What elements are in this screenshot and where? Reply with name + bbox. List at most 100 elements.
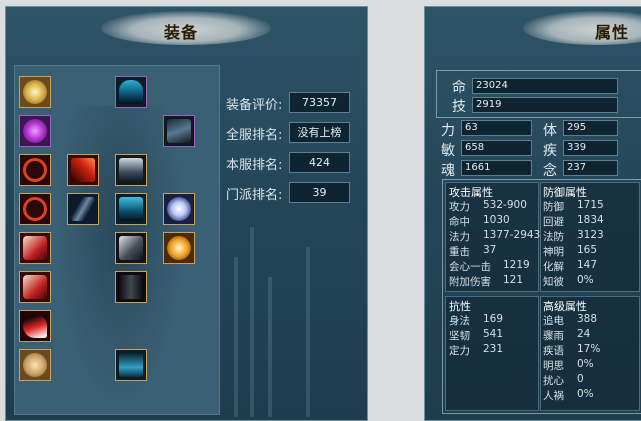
stat-value: 0: [577, 373, 584, 385]
strength-label: 力: [441, 123, 455, 139]
helmet-slot[interactable]: [115, 76, 147, 108]
soul-value: 1661: [461, 160, 532, 176]
stat-name: 明思: [543, 360, 564, 372]
stat-value: 388: [577, 313, 598, 325]
charm-slot[interactable]: [19, 310, 51, 342]
orb-slot[interactable]: [19, 115, 51, 147]
stat-value: 0%: [577, 358, 594, 370]
constitution-value: 295: [563, 120, 618, 136]
attack-stat-row: 会心一击 1219: [449, 259, 530, 274]
stat-name: 定力: [449, 345, 470, 357]
attributes-title-band: 属性: [425, 7, 641, 47]
advanced-stat-row: 人祸 0%: [543, 388, 594, 403]
spirit-orb-icon: [167, 197, 191, 221]
helmet-icon: [119, 80, 143, 104]
weapon-slot[interactable]: [67, 154, 99, 186]
agility-label: 敏: [441, 143, 455, 159]
stat-value: 165: [577, 244, 598, 256]
rating-label-score: 装备评价:: [226, 98, 283, 113]
defense-stat-row: 化解 147: [543, 259, 597, 274]
stat-name: 会心一击: [449, 261, 491, 273]
fire-orb-icon: [167, 236, 191, 260]
stat-name: 追电: [543, 315, 564, 327]
ring-slot[interactable]: [19, 154, 51, 186]
advanced-stat-row: 疾语 17%: [543, 343, 600, 358]
shoulder-armor-icon: [119, 158, 143, 182]
amulet-icon: [23, 80, 47, 104]
mind-label: 念: [543, 163, 557, 179]
spirit-slot[interactable]: [163, 193, 195, 225]
soul-label: 魂: [441, 163, 455, 179]
constitution-label: 体: [543, 123, 557, 139]
stat-value: 1715: [577, 199, 604, 211]
agility-value: 658: [461, 140, 532, 156]
stat-name: 防御: [543, 201, 564, 213]
hp-label: 命: [452, 80, 466, 96]
defense-stat-row: 防御 1715: [543, 199, 604, 214]
shoulder-slot[interactable]: [115, 154, 147, 186]
rating-label-sect-rank: 门派排名:: [226, 188, 283, 203]
rating-label-local-rank: 本服排名:: [226, 158, 283, 173]
advanced-stat-row: 扰心 0: [543, 373, 584, 388]
gloves-slot[interactable]: [115, 232, 147, 264]
attributes-panel: 属性 命 23024 技 2919 力 63 体 295 敏 658 疾 339…: [424, 6, 641, 421]
advanced-stat-row: 明思 0%: [543, 358, 594, 373]
fire-orb-slot[interactable]: [163, 232, 195, 264]
equipment-title: 装备: [164, 23, 199, 42]
advanced-stat-row: 追电 388: [543, 313, 597, 328]
stat-value: 1834: [577, 214, 604, 226]
rating-value-sect-rank: 39: [289, 182, 350, 203]
stat-value: 147: [577, 259, 598, 271]
pants-slot[interactable]: [115, 271, 147, 303]
strength-value: 63: [461, 120, 532, 136]
bamboo-decoration: [250, 227, 254, 417]
bracer-slot[interactable]: [19, 232, 51, 264]
rating-value-local-rank: 424: [289, 152, 350, 173]
stat-value: 169: [483, 313, 504, 325]
stat-name: 坚韧: [449, 330, 470, 342]
resist-stat-row: 身法 169: [449, 313, 503, 328]
stat-name: 重击: [449, 246, 470, 258]
purple-orb-icon: [23, 119, 47, 143]
attack-stat-row: 重击 37: [449, 244, 496, 259]
stat-name: 骤雨: [543, 330, 564, 342]
bracer-slot[interactable]: [19, 271, 51, 303]
defense-stat-row: 知彼 0%: [543, 274, 594, 289]
attributes-title: 属性: [595, 23, 630, 42]
stat-value: 231: [483, 343, 504, 355]
stat-name: 法力: [449, 231, 470, 243]
gloves-icon: [119, 236, 143, 260]
defense-stat-row: 回避 1834: [543, 214, 604, 229]
red-ring-icon: [23, 158, 47, 182]
cape-slot[interactable]: [163, 115, 195, 147]
red-charm-icon: [23, 314, 47, 338]
mind-value: 237: [563, 160, 618, 176]
boots-slot[interactable]: [115, 349, 147, 381]
speed-label: 疾: [543, 143, 557, 159]
offhand-slot[interactable]: [67, 193, 99, 225]
talisman-icon: [23, 353, 47, 377]
attack-stat-row: 附加伤害 121: [449, 274, 523, 289]
attack-stats-title: 攻击属性: [449, 186, 493, 199]
resist-stats-title: 抗性: [449, 300, 471, 313]
stat-value: 532-900: [483, 199, 527, 211]
stat-value: 1030: [483, 214, 510, 226]
advanced-stat-row: 骤雨 24: [543, 328, 590, 343]
bamboo-decoration: [268, 277, 272, 417]
armor-slot[interactable]: [115, 193, 147, 225]
red-bracer-icon: [23, 236, 47, 260]
stat-name: 命中: [449, 216, 470, 228]
stat-value: 121: [503, 274, 524, 286]
chest-armor-icon: [119, 197, 143, 221]
stat-name: 化解: [543, 261, 564, 273]
stat-value: 3123: [577, 229, 604, 241]
stat-name: 疾语: [543, 345, 564, 357]
talisman-slot[interactable]: [19, 349, 51, 381]
stat-name: 身法: [449, 315, 470, 327]
stat-name: 扰心: [543, 375, 564, 387]
ring-slot[interactable]: [19, 193, 51, 225]
equipment-title-band: 装备: [6, 7, 367, 47]
rating-value-score: 73357: [289, 92, 350, 113]
amulet-slot[interactable]: [19, 76, 51, 108]
stat-value: 1377-2943: [483, 229, 541, 241]
